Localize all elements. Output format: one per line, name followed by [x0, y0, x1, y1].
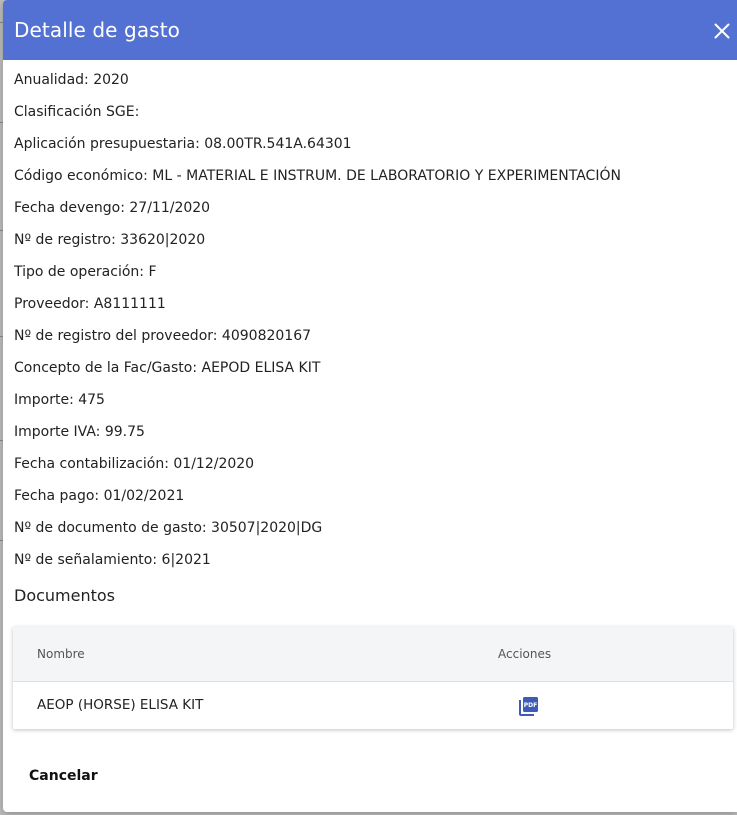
expense-detail-dialog: Detalle de gasto Anualidad: 2020 Clasifi… [3, 0, 737, 812]
column-header-nombre: Nombre [37, 647, 85, 661]
table-header: Nombre Acciones [13, 627, 733, 682]
field-senalamiento: Nº de señalamiento: 6|2021 [14, 552, 211, 568]
document-name: AEOP (HORSE) ELISA KIT [37, 697, 204, 713]
pdf-icon: PDF [519, 697, 538, 716]
field-codigo-economico: Código económico: ML - MATERIAL E INSTRU… [14, 168, 621, 184]
field-importe-iva: Importe IVA: 99.75 [14, 424, 145, 440]
field-fecha-pago: Fecha pago: 01/02/2021 [14, 488, 185, 504]
table-row: AEOP (HORSE) ELISA KIT PDF [13, 682, 733, 729]
field-proveedor: Proveedor: A8111111 [14, 296, 166, 312]
dialog-header: Detalle de gasto [3, 0, 737, 60]
field-tipo-operacion: Tipo de operación: F [14, 264, 157, 280]
close-icon [714, 23, 730, 39]
field-clasificacion-sge: Clasificación SGE: [14, 104, 140, 120]
field-anualidad: Anualidad: 2020 [14, 72, 129, 88]
dialog-title: Detalle de gasto [14, 18, 180, 42]
cancel-button[interactable]: Cancelar [21, 760, 106, 792]
field-aplicacion-presupuestaria: Aplicación presupuestaria: 08.00TR.541A.… [14, 136, 352, 152]
field-documento-gasto: Nº de documento de gasto: 30507|2020|DG [14, 520, 323, 536]
field-concepto: Concepto de la Fac/Gasto: AEPOD ELISA KI… [14, 360, 321, 376]
svg-text:PDF: PDF [524, 702, 537, 709]
field-fecha-devengo: Fecha devengo: 27/11/2020 [14, 200, 211, 216]
close-button[interactable] [711, 20, 733, 42]
column-header-acciones: Acciones [498, 647, 552, 661]
field-numero-registro: Nº de registro: 33620|2020 [14, 232, 206, 248]
documents-section-title: Documentos [14, 586, 116, 605]
download-pdf-button[interactable]: PDF [518, 695, 540, 717]
field-registro-proveedor: Nº de registro del proveedor: 4090820167 [14, 328, 312, 344]
field-fecha-contabilizacion: Fecha contabilización: 01/12/2020 [14, 456, 255, 472]
documents-table: Nombre Acciones AEOP (HORSE) ELISA KIT P… [13, 627, 733, 729]
field-importe: Importe: 475 [14, 392, 105, 408]
